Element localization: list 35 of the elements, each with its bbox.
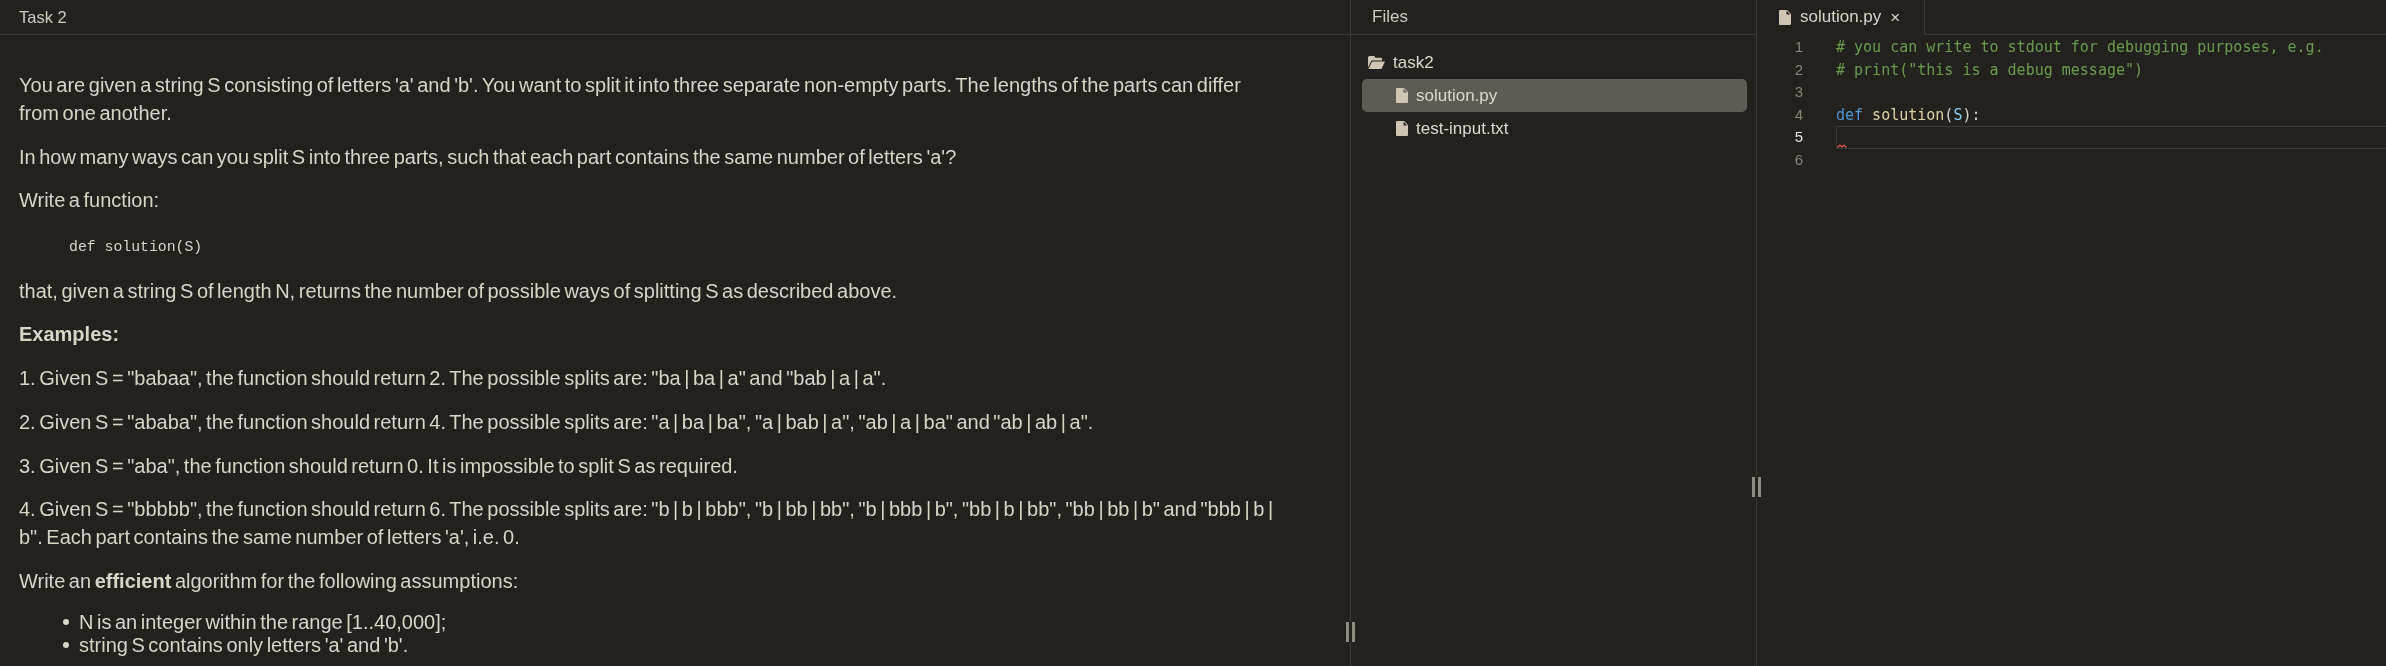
file-icon <box>1779 9 1791 25</box>
resize-handle-icon[interactable] <box>1346 622 1355 642</box>
panel-title: Files <box>1372 7 1408 27</box>
line-number: 5 <box>1793 127 1803 148</box>
close-tab-button[interactable]: × <box>1890 8 1901 26</box>
paragraph: that, given a string S of length N, returns the number of possible ways of splitting S as described above. <box>19 278 899 304</box>
paragraph: 2. Given S = "ababa", the function should return 4. The possible splits are: "a | ba | ba", "a | bab | a", "ab | a | ba" and "ab | ab | a". <box>19 409 1095 435</box>
code-line: def solution(S): <box>1836 105 1981 127</box>
file-tree-item[interactable]: test-input.txt <box>1362 112 1747 145</box>
section-heading: Examples: <box>19 322 121 348</box>
file-tree-item[interactable]: task2 <box>1362 46 1747 79</box>
file-icon <box>1396 121 1408 136</box>
line-number: 1 <box>1793 37 1803 57</box>
list-item-text: N is an integer within the range [1..40,000]; <box>79 610 447 634</box>
code-line: # you can write to stdout for debugging purposes, e.g. <box>1836 37 2324 59</box>
code-snippet: def solution(S) <box>69 239 203 256</box>
line-number: 4 <box>1793 104 1803 125</box>
list-item-text: string S contains only letters 'a' and 'b'. <box>79 633 409 657</box>
code-line: # print("this is a debug message") <box>1836 59 2144 81</box>
bullet-icon <box>63 619 69 626</box>
paragraph: 3. Given S = "aba", the function should return 0. It is impossible to split S as required. <box>19 453 739 479</box>
line-number: 3 <box>1793 82 1803 103</box>
bullet-icon <box>63 642 69 649</box>
panel-title: Task 2 <box>19 7 67 27</box>
paragraph: Write an efficient algorithm for the following assumptions: <box>19 568 520 594</box>
paragraph: In how many ways can you split S into three parts, such that each part contains the same number of letters 'a'? <box>19 144 958 170</box>
paragraph: 4. Given S = "bbbbb", the function should return 6. The possible splits are: "b | b | bbb", "b | bb | bb", "b | bbb | b", "bb | b | bb", "bb | bb | b" and "bbb | b | b". Each part contains the same number of letters 'a', i.e. 0. <box>19 497 1275 551</box>
resize-handle-icon[interactable] <box>1752 477 1761 497</box>
line-number: 2 <box>1793 59 1803 80</box>
file-icon <box>1396 88 1408 103</box>
paragraph: Write a function: <box>19 188 161 214</box>
paragraph: You are given a string S consisting of letters 'a' and 'b'. You want to split it into three separate non-empty parts. The lengths of the parts can differ from one another. <box>19 73 1242 126</box>
line-number: 6 <box>1793 149 1803 170</box>
paragraph: 1. Given S = "babaa", the function should return 2. The possible splits are: "ba | ba | a" and "bab | a | a". <box>19 366 888 392</box>
file-tree-item[interactable]: solution.py <box>1362 79 1747 112</box>
